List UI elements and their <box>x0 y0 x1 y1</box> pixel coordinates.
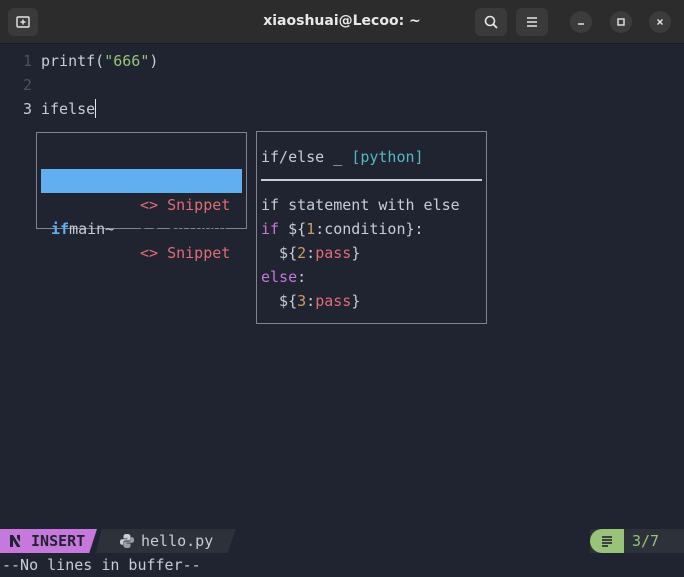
doc-code-line: ${3:pass} <box>261 289 360 313</box>
completion-item[interactable]: if~ <> Snippet <box>41 145 242 214</box>
completion-item-selected[interactable]: ifelse~ <> Snippet <box>41 169 242 238</box>
keyword: else <box>261 268 298 286</box>
code-token: ${ <box>279 220 307 238</box>
code-token: ${ <box>261 292 298 310</box>
typed-text: ifelse <box>41 100 96 118</box>
line-number: 2 <box>22 76 32 94</box>
doc-code-line: else: <box>261 265 306 289</box>
minimize-button[interactable] <box>570 11 592 33</box>
code-token: } <box>351 244 361 262</box>
lines-icon-badge <box>590 529 624 553</box>
window-title: xiaoshuai@Lecoo: ~ <box>263 13 421 29</box>
close-button[interactable] <box>649 11 671 33</box>
new-tab-icon <box>16 16 30 28</box>
close-icon <box>657 19 663 25</box>
statusline: INSERT hello.py 3/7 <box>0 529 684 553</box>
doc-language: [python] <box>351 148 424 166</box>
completion-rest: main~ <box>69 220 115 238</box>
code-line: 2 <box>0 73 684 97</box>
mode-indicator: INSERT <box>0 529 97 553</box>
menu-button[interactable] <box>516 8 548 36</box>
lines-icon <box>602 536 612 547</box>
keyword: pass <box>315 244 352 262</box>
doc-heading: if/else _ [python] <box>261 145 424 169</box>
placeholder-number: 1 <box>306 220 316 238</box>
code-token: ${ <box>261 244 298 262</box>
doc-code-line: ${2:pass} <box>261 241 360 265</box>
string-literal: "666" <box>104 52 150 70</box>
maximize-icon <box>617 18 625 26</box>
neovim-icon <box>10 535 20 547</box>
minimize-icon <box>578 23 584 25</box>
file-name: hello.py <box>141 532 214 550</box>
line-number: 1 <box>22 52 32 70</box>
placeholder-number: 3 <box>297 292 307 310</box>
code-token: ) <box>149 52 159 70</box>
maximize-button[interactable] <box>610 11 632 33</box>
completion-menu: if~ <> Snippet ifelse~ <> Snippet ifmain… <box>36 132 247 262</box>
search-button[interactable] <box>475 8 507 36</box>
completion-word: ifmain~ <box>51 217 114 241</box>
snippet-kind-label: <> Snippet <box>140 220 231 238</box>
title-bar: xiaoshuai@Lecoo: ~ <box>0 0 684 44</box>
search-icon <box>484 15 498 29</box>
completion-item[interactable]: ifmain~ <> Snippet <box>41 193 242 262</box>
hamburger-menu-icon <box>527 17 537 27</box>
new-tab-button[interactable] <box>8 8 38 36</box>
doc-divider <box>261 179 482 181</box>
code-token: : <box>297 268 307 286</box>
position-indicator: 3/7 <box>590 529 684 553</box>
python-icon <box>120 534 134 548</box>
completion-match: if <box>51 220 70 238</box>
text-cursor <box>95 99 97 118</box>
placeholder-number: 2 <box>297 244 307 262</box>
mode-label: INSERT <box>31 532 86 550</box>
file-indicator: hello.py <box>96 529 236 553</box>
doc-description: if statement with else <box>261 196 460 214</box>
cursor-position: 3/7 <box>632 532 660 550</box>
keyword: pass <box>315 292 352 310</box>
code-line-current: 3 ifelse <box>0 97 684 121</box>
code-token: :condition}: <box>315 220 424 238</box>
line-number: 3 <box>22 100 32 118</box>
snippet-kind-label: <> Snippet <box>140 244 231 262</box>
code-token: printf( <box>41 52 105 70</box>
keyword: if <box>261 220 280 238</box>
command-line[interactable]: --No lines in buffer-- <box>0 553 684 577</box>
doc-title: if/else _ <box>261 148 352 166</box>
code-token: } <box>351 292 361 310</box>
line-text: ifelse <box>41 97 97 121</box>
line-text: printf("666") <box>41 49 158 73</box>
doc-code-line: if ${1:condition}: <box>261 217 424 241</box>
snippet-documentation: if/else _ [python] if statement with els… <box>256 131 487 324</box>
code-token: : <box>306 244 316 262</box>
code-token: : <box>306 292 316 310</box>
code-line: 1 printf("666") <box>0 49 684 73</box>
